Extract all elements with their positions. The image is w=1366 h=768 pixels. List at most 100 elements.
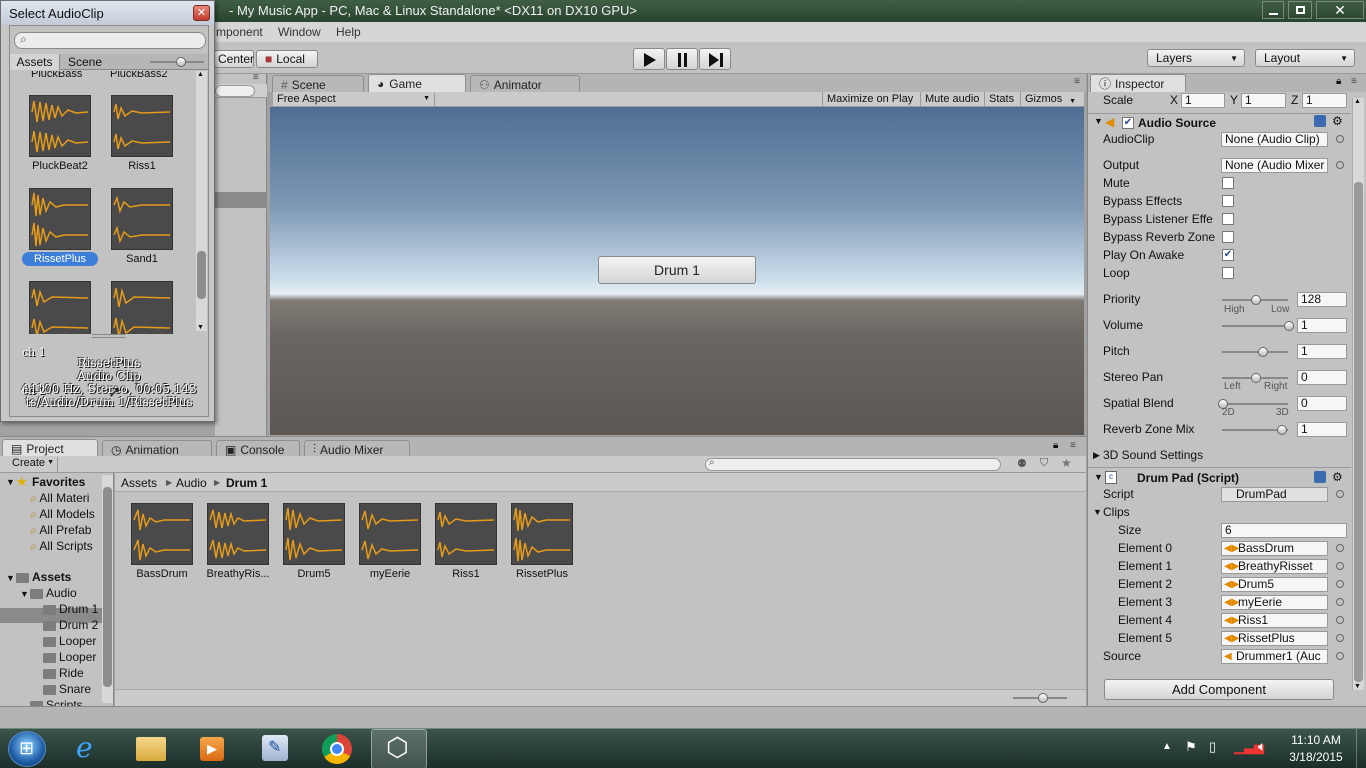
- asset-thumb-breathyrisset[interactable]: [207, 503, 269, 565]
- element-2-field[interactable]: ◀▶ Drum5: [1221, 577, 1328, 592]
- asset-thumb-myeerie[interactable]: [359, 503, 421, 565]
- asset-thumb-bassdrum[interactable]: [131, 503, 193, 565]
- panel-menu-icon[interactable]: ≡: [253, 72, 259, 83]
- mute-audio-toggle[interactable]: Mute audio: [920, 92, 984, 107]
- tab-animator[interactable]: ⚇ Animator: [470, 75, 580, 93]
- audio-source-header[interactable]: ▼ ◀ ✔ Audio Source ⚙: [1088, 113, 1351, 131]
- object-picker-icon[interactable]: [1336, 490, 1344, 498]
- volume-slider-track[interactable]: [1222, 325, 1288, 327]
- audio-folder[interactable]: Audio: [30, 586, 77, 600]
- foldout-right-icon[interactable]: ▶: [1093, 450, 1100, 461]
- lock-icon[interactable]: 🔒︎: [1336, 76, 1341, 87]
- add-component-button[interactable]: Add Component: [1104, 679, 1334, 700]
- picker-thumb-next-1[interactable]: [29, 281, 91, 334]
- tab-game[interactable]: ◕ Game: [368, 74, 466, 93]
- taskbar-file-explorer[interactable]: [124, 729, 176, 768]
- device-icon[interactable]: ▯: [1209, 739, 1216, 755]
- scale-z-field[interactable]: 1: [1302, 93, 1347, 108]
- bypass-reverb-checkbox[interactable]: [1222, 231, 1234, 243]
- action-center-flag-icon[interactable]: ⚑: [1185, 739, 1197, 755]
- drum-1-button[interactable]: Drum 1: [598, 256, 756, 284]
- object-picker-icon[interactable]: [1336, 598, 1344, 606]
- 3d-sound-settings-foldout[interactable]: 3D Sound Settings: [1103, 448, 1203, 462]
- taskbar-internet-explorer[interactable]: e: [64, 729, 116, 768]
- panel-menu-icon[interactable]: ≡: [1351, 76, 1357, 87]
- pitch-slider-track[interactable]: [1222, 351, 1288, 353]
- assets-folder[interactable]: Assets: [16, 570, 71, 584]
- pause-button[interactable]: [666, 48, 698, 70]
- object-picker-icon[interactable]: [1336, 580, 1344, 588]
- stereo-pan-slider-knob[interactable]: [1251, 373, 1261, 383]
- fav-item-models[interactable]: ⌕ All Models: [30, 507, 95, 522]
- object-picker-icon[interactable]: [1336, 562, 1344, 570]
- asset-thumb-drum5[interactable]: [283, 503, 345, 565]
- foldout-down-icon[interactable]: ▼: [20, 589, 29, 599]
- bypass-listener-checkbox[interactable]: [1222, 213, 1234, 225]
- layers-dropdown[interactable]: Layers ▼: [1147, 49, 1245, 67]
- object-picker-icon[interactable]: [1336, 544, 1344, 552]
- menu-window[interactable]: Window: [278, 25, 321, 39]
- show-hidden-icons[interactable]: ▲: [1162, 741, 1172, 752]
- layout-dropdown[interactable]: Layout ▼: [1255, 49, 1355, 67]
- audioclip-field[interactable]: None (Audio Clip): [1221, 132, 1328, 147]
- create-dropdown[interactable]: Create ▼: [8, 457, 58, 472]
- help-icon[interactable]: [1314, 115, 1326, 127]
- picker-thumb-sand1[interactable]: [111, 188, 173, 250]
- panel-menu-icon[interactable]: ≡: [1074, 76, 1080, 87]
- panel-menu-icon[interactable]: ≡: [1070, 440, 1076, 451]
- object-picker-icon[interactable]: [1336, 135, 1344, 143]
- breadcrumb-audio[interactable]: Audio: [176, 476, 207, 490]
- breadcrumb-assets[interactable]: Assets: [121, 476, 157, 490]
- taskbar-unity[interactable]: ⬡: [371, 729, 427, 768]
- aspect-dropdown[interactable]: Free Aspect ▼: [277, 93, 435, 106]
- foldout-down-icon[interactable]: ▼: [6, 477, 15, 487]
- drum-pad-header[interactable]: ▼ c Drum Pad (Script) ⚙: [1088, 467, 1351, 486]
- picker-thumb-next-2[interactable]: [111, 281, 173, 334]
- script-field[interactable]: DrumPad: [1221, 487, 1328, 502]
- fav-item-prefabs[interactable]: ⌕ All Prefab: [30, 523, 91, 538]
- hierarchy-selected-row[interactable]: [215, 192, 267, 208]
- maximize-on-play-toggle[interactable]: Maximize on Play: [822, 92, 919, 107]
- breadcrumb-drum-1[interactable]: Drum 1: [226, 476, 267, 490]
- picker-thumb-riss1[interactable]: [111, 95, 173, 157]
- help-icon[interactable]: [1314, 471, 1326, 483]
- volume-slider-knob[interactable]: [1284, 321, 1294, 331]
- tree-scroll-thumb[interactable]: [103, 487, 112, 687]
- picker-tab-scene[interactable]: Scene: [60, 54, 110, 70]
- picker-scroll-thumb[interactable]: [197, 251, 206, 299]
- tree-folder-ride[interactable]: Ride: [43, 666, 84, 680]
- gizmos-dropdown[interactable]: Gizmos ▼: [1020, 92, 1080, 107]
- mute-checkbox[interactable]: [1222, 177, 1234, 189]
- picker-tab-assets[interactable]: Assets: [10, 54, 60, 70]
- menu-help[interactable]: Help: [336, 25, 361, 39]
- picker-search-input[interactable]: ⌕: [14, 32, 206, 49]
- fav-item-scripts[interactable]: ⌕ All Scripts: [30, 539, 93, 554]
- start-button[interactable]: ⊞: [8, 731, 46, 767]
- gear-icon[interactable]: ⚙: [1332, 114, 1343, 128]
- inspector-scrollbar[interactable]: ▲ ▼: [1352, 98, 1364, 690]
- tree-folder-looper-1[interactable]: Looper: [43, 634, 96, 648]
- fav-item-materials[interactable]: ⌕ All Materi: [30, 491, 89, 506]
- object-picker-icon[interactable]: [1336, 616, 1344, 624]
- spatial-blend-field[interactable]: 0: [1297, 396, 1347, 411]
- play-button[interactable]: [633, 48, 665, 70]
- object-picker-icon[interactable]: [1336, 634, 1344, 642]
- maximize-button[interactable]: [1288, 1, 1312, 19]
- scale-y-field[interactable]: 1: [1241, 93, 1286, 108]
- spatial-blend-slider-track[interactable]: [1222, 403, 1288, 405]
- favorite-star-icon[interactable]: ★: [1061, 456, 1072, 470]
- scroll-down-icon[interactable]: ▼: [1354, 683, 1361, 690]
- tree-scrollbar[interactable]: [102, 475, 113, 703]
- pivot-center-button[interactable]: Center: [214, 50, 254, 68]
- tab-inspector[interactable]: ⓘ Inspector: [1090, 74, 1186, 92]
- scale-x-field[interactable]: 1: [1181, 93, 1225, 108]
- element-1-field[interactable]: ◀▶ BreathyRisset: [1221, 559, 1328, 574]
- element-0-field[interactable]: ◀▶ BassDrum: [1221, 541, 1328, 556]
- scroll-up-icon[interactable]: ▲: [197, 71, 204, 78]
- audio-source-enabled-checkbox[interactable]: ✔: [1122, 117, 1134, 129]
- scroll-down-icon[interactable]: ▼: [197, 324, 204, 331]
- scroll-up-icon[interactable]: ▲: [1354, 98, 1361, 105]
- element-3-field[interactable]: ◀▶ myEerie: [1221, 595, 1328, 610]
- output-field[interactable]: None (Audio Mixer: [1221, 158, 1328, 173]
- foldout-down-icon[interactable]: ▼: [1093, 507, 1102, 517]
